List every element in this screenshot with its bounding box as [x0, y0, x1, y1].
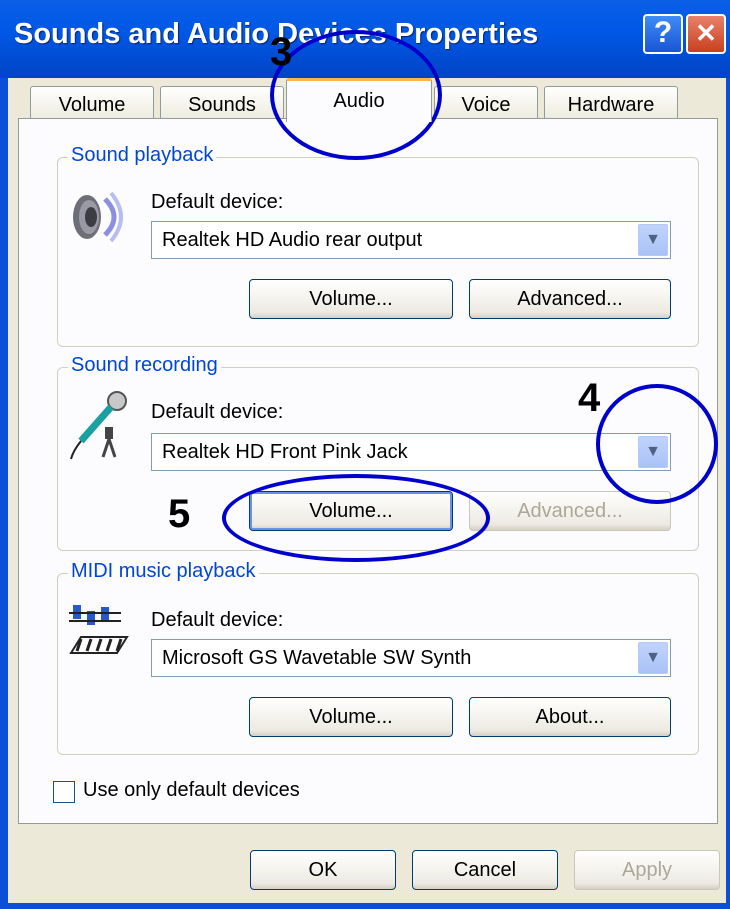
chevron-down-icon[interactable]: ▼: [638, 642, 668, 674]
annotation-number-3: 3: [270, 30, 293, 74]
cancel-button[interactable]: Cancel: [412, 850, 558, 890]
dialog-window: Sounds and Audio Devices Properties ? ✕ …: [0, 0, 730, 909]
midi-volume-button[interactable]: Volume...: [249, 697, 453, 737]
use-default-devices-label[interactable]: Use only default devices: [83, 779, 300, 802]
tab-volume[interactable]: Volume: [30, 86, 154, 122]
close-icon: ✕: [695, 18, 717, 48]
midi-keyboard-icon: [69, 605, 129, 654]
ok-button[interactable]: OK: [250, 850, 396, 890]
midi-device-value: Microsoft GS Wavetable SW Synth: [162, 647, 472, 669]
apply-button: Apply: [574, 850, 720, 890]
microphone-icon: [70, 391, 127, 460]
midi-device-select[interactable]: Microsoft GS Wavetable SW Synth ▼: [151, 639, 671, 677]
playback-advanced-button[interactable]: Advanced...: [469, 279, 671, 319]
playback-device-value: Realtek HD Audio rear output: [162, 229, 423, 251]
midi-about-button[interactable]: About...: [469, 697, 671, 737]
midi-device-label: Default device:: [151, 609, 284, 631]
chevron-down-icon[interactable]: ▼: [638, 224, 668, 256]
close-button[interactable]: ✕: [686, 14, 726, 54]
playback-device-label: Default device:: [151, 191, 284, 213]
recording-device-value: Realtek HD Front Pink Jack: [162, 441, 408, 463]
annotation-circle-4: [596, 384, 718, 504]
playback-volume-button[interactable]: Volume...: [249, 279, 453, 319]
speaker-icon: [73, 191, 123, 243]
annotation-circle-5: [222, 474, 490, 562]
recording-device-select[interactable]: Realtek HD Front Pink Jack ▼: [151, 433, 671, 471]
window-border-left: [0, 78, 8, 909]
midi-playback-label: MIDI music playback: [68, 560, 259, 583]
annotation-number-5: 5: [168, 492, 191, 536]
playback-device-select[interactable]: Realtek HD Audio rear output ▼: [151, 221, 671, 259]
recording-device-label: Default device:: [151, 401, 284, 423]
tab-voice[interactable]: Voice: [434, 86, 538, 122]
sound-recording-label: Sound recording: [68, 354, 221, 377]
dialog-footer: OK Cancel Apply: [0, 824, 730, 909]
tab-audio[interactable]: Audio: [286, 78, 432, 122]
sound-playback-label: Sound playback: [68, 144, 217, 167]
annotation-number-4: 4: [578, 376, 601, 420]
help-button[interactable]: ?: [643, 14, 683, 54]
use-default-devices-checkbox[interactable]: [53, 781, 75, 803]
window-border-bottom: [0, 903, 730, 909]
tab-sounds[interactable]: Sounds: [160, 86, 284, 122]
window-border-right: [726, 78, 730, 909]
tab-hardware[interactable]: Hardware: [544, 86, 678, 122]
tab-row: Volume Sounds Audio Voice Hardware: [0, 78, 730, 122]
help-icon: ?: [653, 16, 673, 49]
